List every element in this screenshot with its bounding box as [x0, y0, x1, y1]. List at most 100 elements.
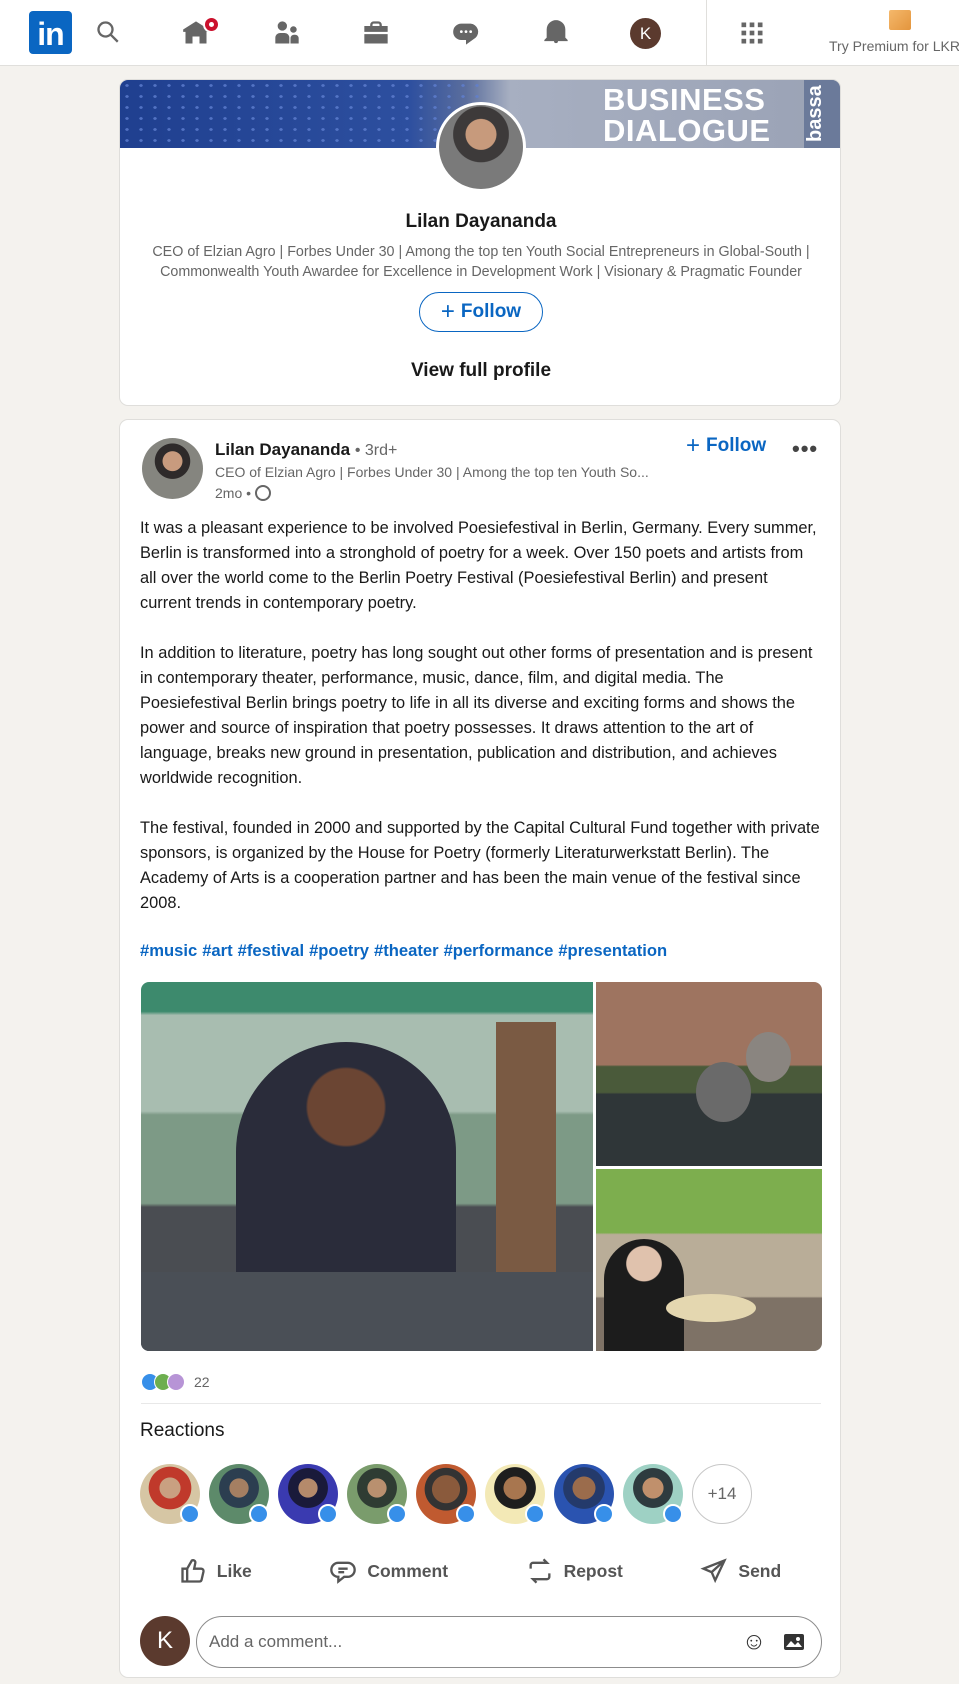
emoji-icon[interactable]: ☺ — [739, 1627, 769, 1657]
post-body: It was a pleasant experience to be invol… — [140, 516, 820, 941]
follow-button[interactable]: + Follow — [419, 292, 543, 332]
audience-head — [746, 1032, 791, 1082]
globe-icon — [255, 485, 272, 501]
send-icon — [700, 1558, 728, 1584]
send-label: Send — [738, 1560, 782, 1581]
top-nav: in K Try Premium for LKR — [0, 0, 959, 66]
comment-box: ☺ — [196, 1616, 822, 1668]
reactor-avatar[interactable] — [278, 1464, 338, 1524]
commenter-avatar: K — [140, 1616, 190, 1666]
hashtag-link[interactable]: #art — [202, 941, 232, 961]
reactor-avatar[interactable] — [485, 1464, 545, 1524]
notification-badge — [203, 16, 220, 33]
repost-label: Repost — [563, 1560, 623, 1581]
banner-side-text: bassa — [804, 80, 840, 148]
reactor-avatar[interactable] — [554, 1464, 614, 1524]
hashtag-list: #music #art #festival #poetry #theater #… — [140, 941, 667, 961]
author-name-text: Lilan Dayananda — [215, 440, 351, 459]
post-author-avatar[interactable] — [142, 438, 203, 499]
audience-head — [696, 1062, 751, 1122]
like-badge-icon — [525, 1504, 545, 1524]
post-follow-button[interactable]: + Follow — [686, 432, 767, 459]
comment-button[interactable]: Comment — [319, 1549, 458, 1593]
like-badge-icon — [594, 1504, 614, 1524]
comment-icon — [330, 1561, 357, 1584]
search-icon[interactable] — [90, 14, 128, 52]
reaction-summary[interactable]: 22 — [141, 1373, 210, 1391]
speaker-figure — [604, 1239, 684, 1351]
profile-avatar[interactable] — [436, 102, 526, 192]
like-badge-icon — [249, 1504, 269, 1524]
hashtag-link[interactable]: #theater — [374, 941, 439, 961]
hashtag-link[interactable]: #performance — [444, 941, 554, 961]
banner-crowd-image — [120, 80, 480, 148]
post-paragraph: The festival, founded in 2000 and suppor… — [140, 819, 820, 912]
post-follow-label: Follow — [706, 435, 767, 456]
post-paragraph: It was a pleasant experience to be invol… — [140, 519, 817, 612]
reactor-avatar[interactable] — [416, 1464, 476, 1524]
send-button[interactable]: Send — [690, 1549, 791, 1593]
reactor-avatar[interactable] — [623, 1464, 683, 1524]
work-grid-icon[interactable] — [733, 14, 771, 52]
hashtag-link[interactable]: #presentation — [558, 941, 667, 961]
jobs-icon[interactable] — [357, 14, 395, 52]
hashtag-link[interactable]: #poetry — [309, 941, 369, 961]
hashtag-link[interactable]: #festival — [238, 941, 304, 961]
post-image-audience[interactable] — [596, 982, 822, 1166]
like-badge-icon — [318, 1504, 338, 1524]
messaging-icon[interactable] — [447, 14, 485, 52]
post-author-name[interactable]: Lilan Dayananda • 3rd+ — [215, 440, 397, 460]
plus-icon: + — [686, 432, 701, 459]
hashtag-link[interactable]: #music — [140, 941, 197, 961]
notifications-icon[interactable] — [537, 14, 575, 52]
like-button[interactable]: Like — [169, 1549, 262, 1593]
like-badge-icon — [663, 1504, 683, 1524]
reactor-avatar[interactable] — [140, 1464, 200, 1524]
like-badge-icon — [387, 1504, 407, 1524]
comment-label: Comment — [367, 1560, 449, 1581]
comment-input[interactable] — [209, 1632, 729, 1652]
reactions-heading: Reactions — [140, 1420, 225, 1441]
reactor-list: +14 — [140, 1464, 752, 1524]
my-network-icon[interactable] — [268, 14, 306, 52]
post-paragraph: In addition to literature, poetry has lo… — [140, 644, 813, 787]
premium-icon[interactable] — [889, 10, 911, 30]
post-card: Lilan Dayananda • 3rd+ CEO of Elzian Agr… — [119, 419, 841, 1678]
profile-name[interactable]: Lilan Dayananda — [120, 211, 840, 233]
profile-headline: CEO of Elzian Agro | Forbes Under 30 | A… — [152, 244, 810, 280]
round-table — [666, 1294, 756, 1322]
like-label: Like — [216, 1560, 252, 1581]
nav-divider — [706, 0, 707, 66]
more-reactors-button[interactable]: +14 — [692, 1464, 752, 1524]
more-options-icon[interactable]: ••• — [792, 436, 818, 462]
home-icon[interactable] — [177, 14, 220, 52]
post-author-headline: CEO of Elzian Agro | Forbes Under 30 | A… — [215, 464, 649, 480]
like-badge-icon — [180, 1504, 200, 1524]
post-time-text: 2mo • — [215, 485, 252, 501]
divider — [141, 1403, 821, 1404]
repost-button[interactable]: Repost — [516, 1549, 633, 1593]
view-full-profile-link[interactable]: View full profile — [120, 360, 840, 382]
post-timestamp: 2mo • — [215, 485, 272, 501]
post-actions: Like Comment Repost Send — [140, 1544, 820, 1598]
reaction-count: 22 — [194, 1374, 210, 1390]
reactor-avatar[interactable] — [347, 1464, 407, 1524]
repost-icon — [529, 1558, 551, 1584]
photo-glyph — [784, 1634, 804, 1650]
tree-trunk — [496, 1022, 556, 1272]
linkedin-logo[interactable]: in — [29, 11, 72, 54]
connection-degree: • 3rd+ — [354, 442, 398, 459]
like-badge-icon — [456, 1504, 476, 1524]
try-premium-link[interactable]: Try Premium for LKR — [829, 38, 959, 54]
reaction-icons — [141, 1373, 185, 1391]
thumbs-up-icon — [181, 1559, 205, 1583]
post-image-reading[interactable] — [596, 1169, 822, 1351]
me-avatar[interactable]: K — [630, 18, 661, 49]
follow-label: Follow — [460, 301, 522, 322]
reactor-avatar[interactable] — [209, 1464, 269, 1524]
image-icon[interactable] — [779, 1627, 809, 1657]
table-surface — [141, 1272, 593, 1351]
plus-icon: + — [440, 298, 455, 325]
post-image-main[interactable] — [141, 982, 593, 1351]
banner-text: BUSINESS DIALOGUE — [603, 82, 771, 148]
